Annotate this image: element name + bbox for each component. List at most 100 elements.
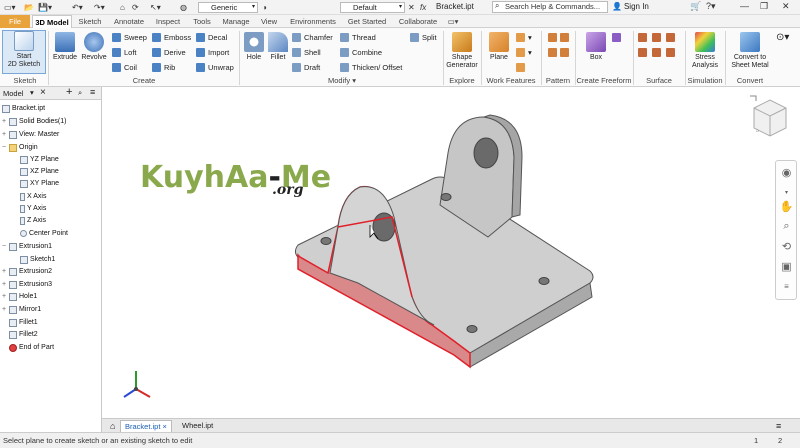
look-at-icon[interactable]: ▣ <box>779 259 794 274</box>
split-button[interactable]: Split <box>410 32 437 43</box>
expand-icon[interactable]: + <box>2 131 9 138</box>
shape-generator-button[interactable]: Shape Generator <box>444 32 480 70</box>
clear-appearance-icon[interactable]: ✕ <box>408 2 415 13</box>
circular-pattern-button[interactable] <box>560 32 572 43</box>
minimize-icon[interactable]: — <box>740 1 749 11</box>
tab-inspect[interactable]: Inspect <box>154 15 182 28</box>
tree-node-extrusion1[interactable]: − Extrusion1 <box>2 241 52 252</box>
combine-button[interactable]: Combine <box>340 47 382 58</box>
loft-button[interactable]: Loft <box>112 47 137 58</box>
tab-manage[interactable]: Manage <box>220 15 252 28</box>
import-button[interactable]: Import <box>196 47 229 58</box>
tab-sketch[interactable]: Sketch <box>76 15 104 28</box>
help-icon[interactable]: ?▾ <box>706 1 716 12</box>
search-input[interactable]: ⌕ Search Help & Commands... <box>492 1 608 13</box>
browser-menu-icon[interactable]: ≡ <box>90 87 95 97</box>
derive-button[interactable]: Derive <box>152 47 186 58</box>
select-icon[interactable]: ↖▾ <box>150 2 161 13</box>
box-button[interactable]: Box <box>582 32 610 62</box>
mirror-button[interactable] <box>560 47 572 58</box>
point-button[interactable]: ▾ <box>516 47 532 58</box>
fillet-button[interactable]: Fillet <box>266 32 290 62</box>
tree-node-center-point[interactable]: Center Point <box>20 228 68 239</box>
thread-button[interactable]: Thread <box>340 32 376 43</box>
tree-node-xz-plane[interactable]: XZ Plane <box>20 166 59 177</box>
pan-icon[interactable]: ✋ <box>779 199 794 214</box>
redo-icon[interactable]: ↷▾ <box>94 2 105 13</box>
axis-button[interactable]: ▾ <box>516 32 532 43</box>
coil-button[interactable]: Coil <box>112 62 137 73</box>
chamfer-button[interactable]: Chamfer <box>292 32 333 43</box>
tree-node-yz-plane[interactable]: YZ Plane <box>20 154 59 165</box>
sketch-pattern-button[interactable] <box>548 47 560 58</box>
browser-tab-model[interactable]: Model <box>3 89 23 98</box>
tab-menu-icon[interactable]: ≡ <box>772 420 785 432</box>
patch-button[interactable] <box>638 32 650 43</box>
ucs-button[interactable] <box>516 62 528 73</box>
doc-tab-wheel[interactable]: Wheel.ipt <box>178 420 217 432</box>
expand-icon[interactable]: + <box>2 281 9 288</box>
ribbon-toggle-icon[interactable]: ▭▾ <box>446 15 460 28</box>
group-modify-label[interactable]: Modify ▾ <box>242 76 442 85</box>
shell-button[interactable]: Shell <box>292 47 321 58</box>
tree-node-extrusion2[interactable]: + Extrusion2 <box>2 266 52 277</box>
draft-button[interactable]: Draft <box>292 62 320 73</box>
rectangular-pattern-button[interactable] <box>548 32 560 43</box>
tree-node-extrusion3[interactable]: + Extrusion3 <box>2 279 52 290</box>
browser-search-icon[interactable]: ⌕ <box>78 88 82 98</box>
tree-node-x-axis[interactable]: X Axis <box>20 191 46 202</box>
emboss-button[interactable]: Emboss <box>152 32 191 43</box>
view-cube-home-icon[interactable]: ⌂ <box>756 128 759 134</box>
nav-menu-icon[interactable]: ≡ <box>779 279 794 294</box>
tab-environments[interactable]: Environments <box>286 15 340 28</box>
add-browser-icon[interactable]: + <box>66 86 72 98</box>
unwrap-button[interactable]: Unwrap <box>196 62 234 73</box>
extend-button[interactable] <box>652 47 664 58</box>
appearance-dropdown[interactable]: Default ▾ <box>340 2 405 13</box>
plane-button[interactable]: Plane <box>484 32 514 62</box>
trim-button[interactable] <box>638 47 650 58</box>
tree-node-xy-plane[interactable]: XY Plane <box>20 178 59 189</box>
extrude-button[interactable]: Extrude <box>50 32 80 62</box>
tree-node-fillet1[interactable]: Fillet1 <box>2 317 38 328</box>
tree-node-bracket[interactable]: Bracket.ipt <box>2 103 45 114</box>
tree-node-origin[interactable]: − Origin <box>2 142 38 153</box>
revolve-button[interactable]: Revolve <box>80 32 108 62</box>
cart-icon[interactable]: 🛒 <box>690 1 701 12</box>
close-icon[interactable]: ✕ <box>782 1 790 12</box>
tab-tools[interactable]: Tools <box>190 15 214 28</box>
view-cube[interactable]: ⌂ <box>748 92 792 148</box>
collapse-icon[interactable]: − <box>2 144 9 151</box>
function-icon[interactable]: fx <box>420 2 426 13</box>
update-icon[interactable]: ⟳ <box>132 2 139 13</box>
zoom-icon[interactable]: ⌕ <box>779 219 794 234</box>
expand-icon[interactable]: + <box>2 306 9 313</box>
open-icon[interactable]: 📂 <box>24 2 34 13</box>
tree-node-solid-bodies[interactable]: + Solid Bodies(1) <box>2 116 66 127</box>
browser-dropdown-icon[interactable]: ▾ <box>30 88 34 97</box>
doc-tab-bracket[interactable]: Bracket.ipt × <box>120 420 172 432</box>
steering-wheel-icon[interactable]: ◉ <box>779 165 794 180</box>
expand-icon[interactable]: + <box>2 293 9 300</box>
material-dropdown[interactable]: Generic ▾ <box>198 2 258 13</box>
expand-icon[interactable]: + <box>2 118 9 125</box>
tree-node-mirror1[interactable]: + Mirror1 <box>2 304 41 315</box>
nav-dropdown-icon[interactable]: ▾ <box>779 185 794 200</box>
tab-collaborate[interactable]: Collaborate <box>394 15 442 28</box>
thicken-offset-button[interactable]: Thicken/ Offset <box>340 62 402 73</box>
home-icon[interactable]: ⌂ <box>120 2 125 13</box>
tree-node-hole1[interactable]: + Hole1 <box>2 291 37 302</box>
close-tab-icon[interactable]: × <box>163 422 167 431</box>
decal-button[interactable]: Decal <box>196 32 227 43</box>
close-browser-icon[interactable]: × <box>40 87 46 98</box>
tree-node-view-master[interactable]: + View: Master <box>2 129 59 140</box>
tree-node-end-of-part[interactable]: End of Part <box>2 342 54 353</box>
orbit-icon[interactable]: ⟲ <box>779 239 794 254</box>
replace-face-button[interactable] <box>666 47 678 58</box>
tab-annotate[interactable]: Annotate <box>110 15 148 28</box>
stress-analysis-button[interactable]: Stress Analysis <box>688 32 722 70</box>
ribbon-options-icon[interactable]: ⊙▾ <box>776 32 789 43</box>
home-tab-icon[interactable]: ⌂ <box>106 420 119 432</box>
collapse-icon[interactable]: − <box>2 243 9 250</box>
tab-view[interactable]: View <box>258 15 280 28</box>
